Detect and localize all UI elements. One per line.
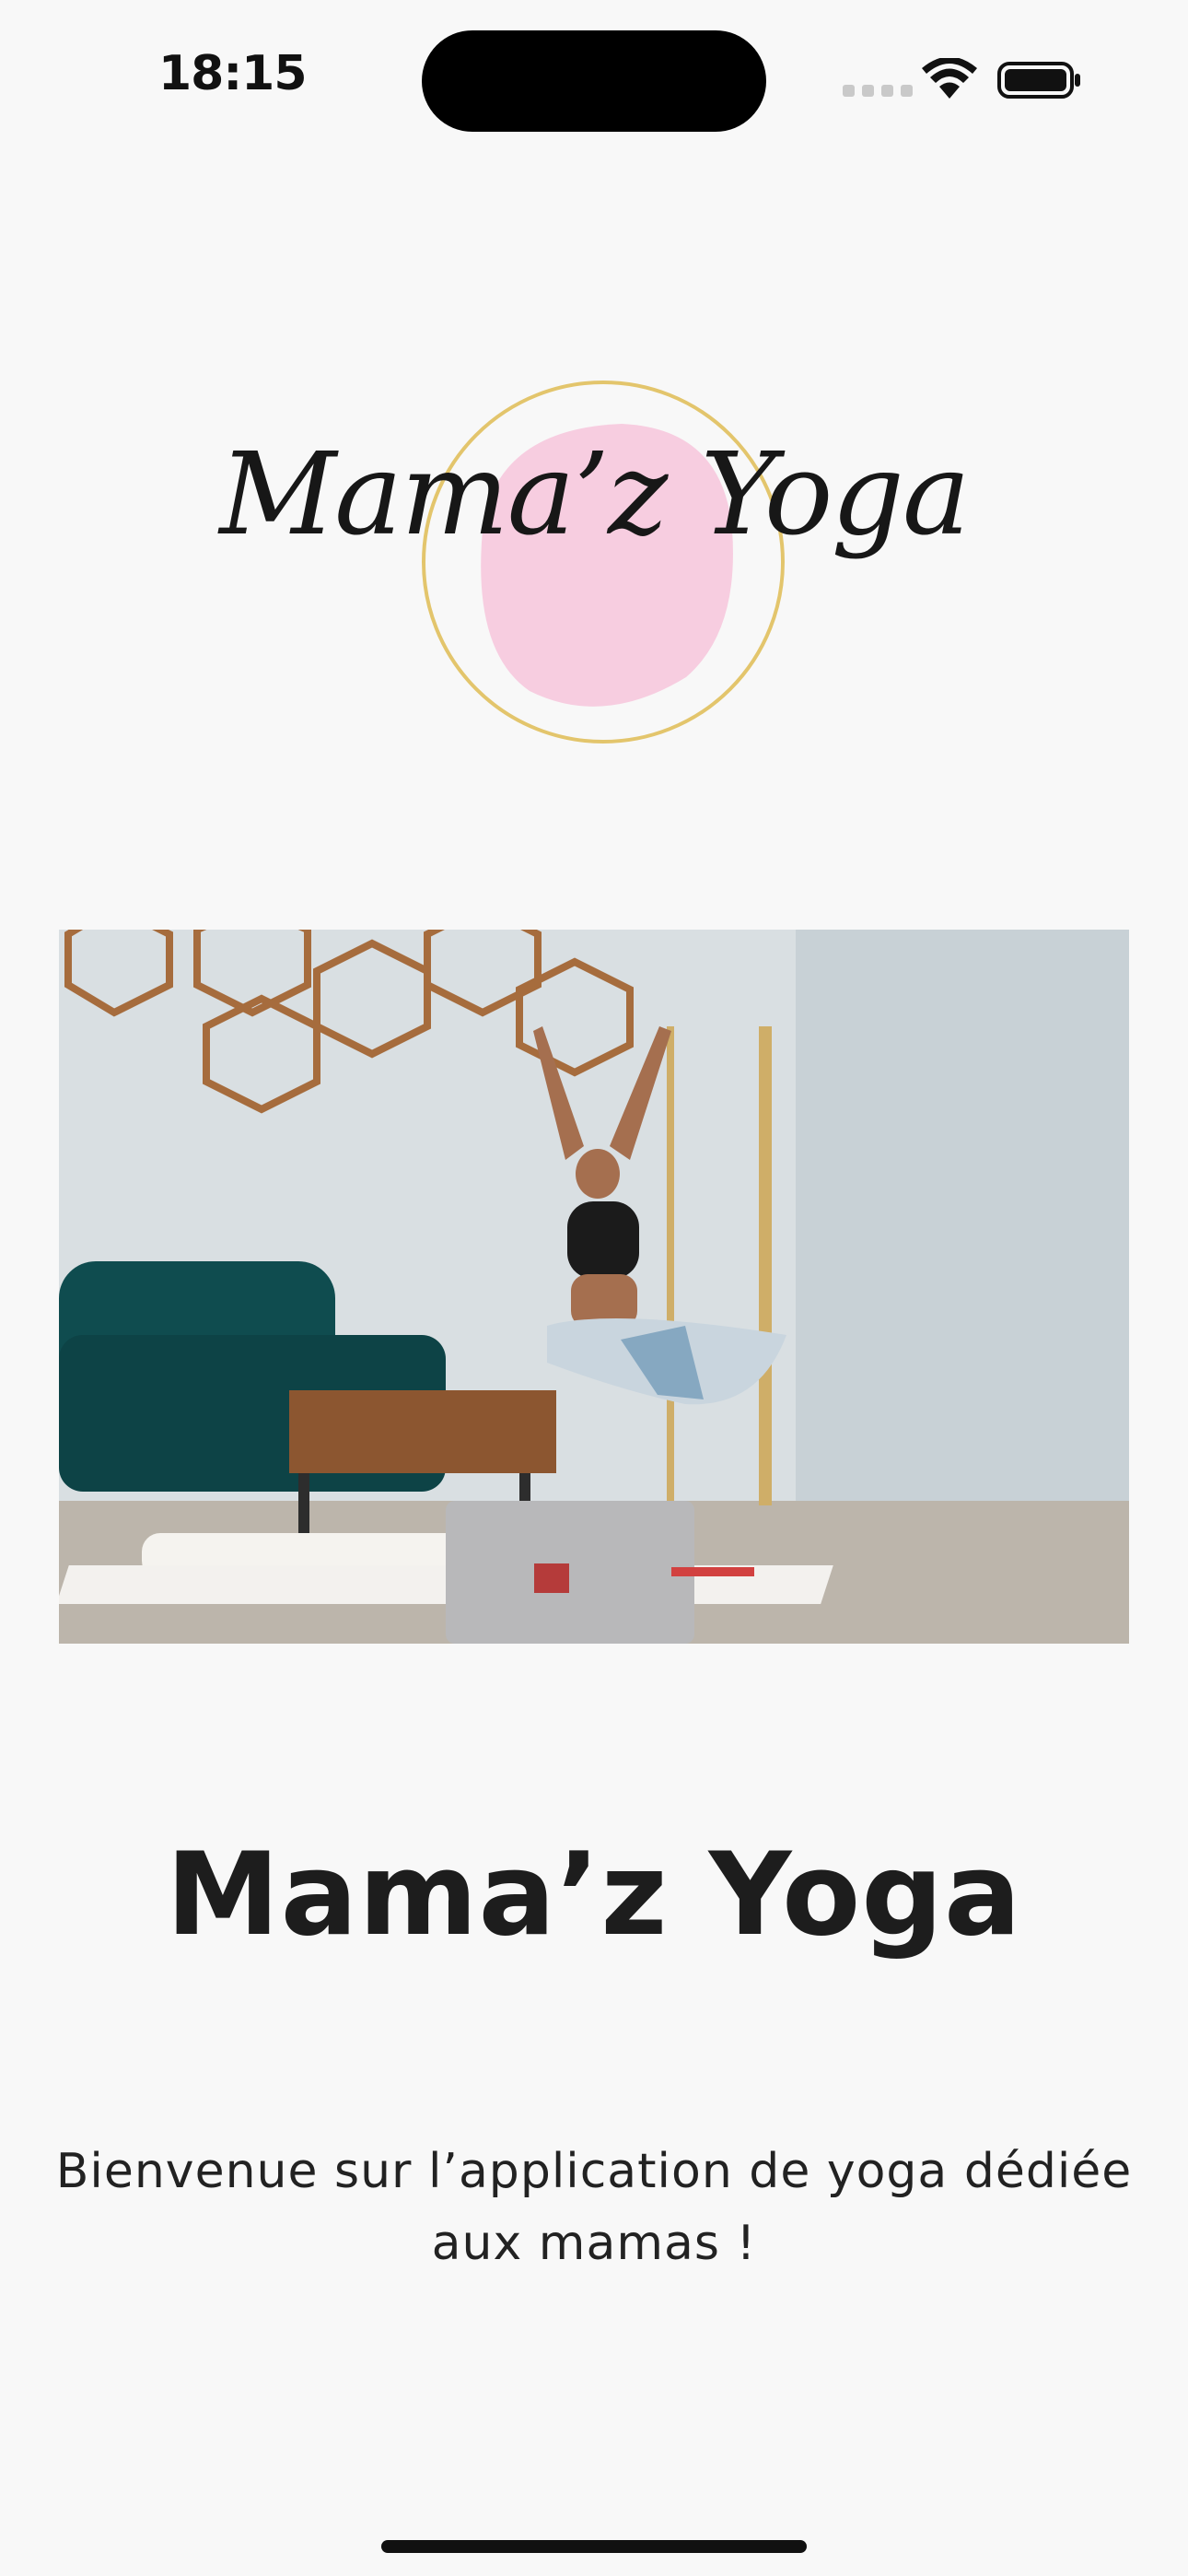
dynamic-island bbox=[422, 30, 766, 132]
home-indicator[interactable] bbox=[381, 2540, 807, 2553]
wifi-icon bbox=[922, 58, 977, 99]
app-title: Mama’z Yoga bbox=[166, 1829, 1022, 1961]
yoga-photo bbox=[59, 930, 1129, 1644]
app-logo: Mama’z Yoga bbox=[207, 373, 981, 751]
status-time: 18:15 bbox=[158, 46, 308, 101]
status-bar: 18:15 bbox=[0, 0, 1188, 157]
logo-graphic bbox=[422, 381, 785, 744]
cellular-icon bbox=[843, 85, 913, 97]
welcome-message: Bienvenue sur l’application de yoga dédi… bbox=[55, 2144, 1133, 2271]
hero-image bbox=[59, 930, 1129, 1644]
battery-icon bbox=[997, 62, 1080, 99]
